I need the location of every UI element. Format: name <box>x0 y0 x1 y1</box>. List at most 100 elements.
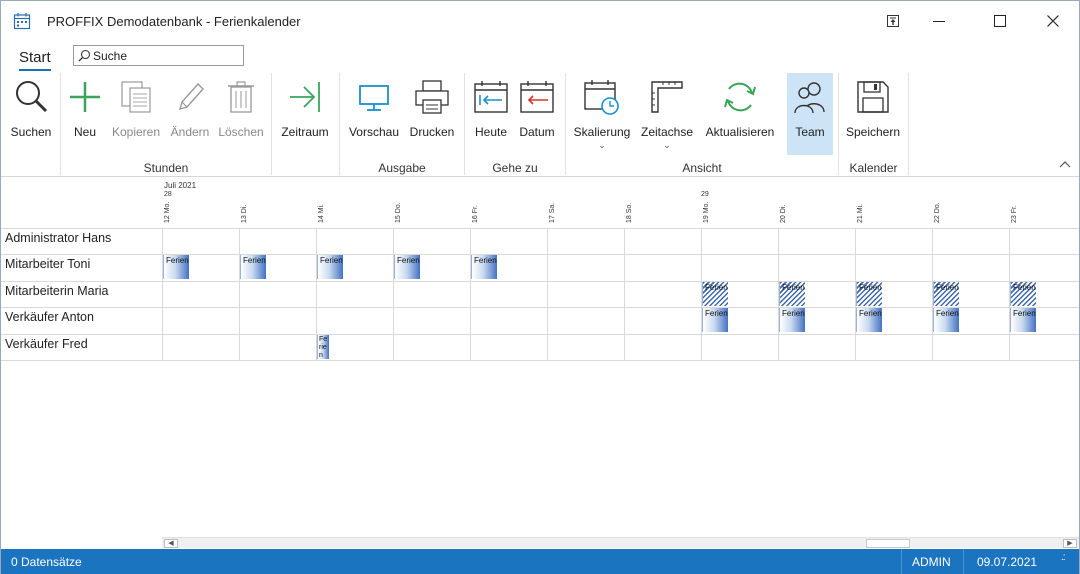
zeitachse-button[interactable]: Zeitachse ⌄ <box>637 73 697 155</box>
vacation-event[interactable]: Ferien <box>317 255 343 280</box>
grid-line <box>624 228 625 360</box>
collapse-ribbon-icon[interactable] <box>1059 159 1071 171</box>
status-date: 09.07.2021 <box>977 555 1038 569</box>
vacation-event[interactable]: Ferien <box>702 308 728 333</box>
tab-start[interactable]: Start <box>19 49 51 71</box>
vacation-event[interactable]: Ferien <box>163 255 189 280</box>
month-label: Juli 2021 <box>164 181 197 190</box>
employee-row-label[interactable]: Administrator Hans <box>5 231 111 245</box>
group-label-stunden: Stunden <box>143 161 189 175</box>
zeitraum-button[interactable]: Zeitraum <box>277 73 333 155</box>
vacation-event[interactable]: Fe rie n <box>317 334 329 359</box>
vacation-event[interactable]: Ferien <box>471 255 497 280</box>
day-header-label: 23 Fr. <box>1011 205 1018 223</box>
grid-line <box>393 228 394 360</box>
chevron-down-icon: ⌄ <box>598 140 606 150</box>
ribbon-separator <box>838 73 839 175</box>
group-label-kalender: Kalender <box>849 161 898 175</box>
vacation-event[interactable]: Ferien <box>1010 281 1036 306</box>
grid-line <box>1 333 1079 335</box>
vacation-event[interactable]: Ferien <box>779 281 805 306</box>
ruler-axis-icon <box>651 81 683 113</box>
calendar-clock-icon <box>584 80 619 115</box>
app-window: PROFFIX Demodatenbank - Ferienkalender S… <box>0 0 1080 574</box>
week-number-label: 28 <box>164 191 172 198</box>
employee-row-label[interactable]: Verkäufer Anton <box>5 310 94 324</box>
day-header-label: 13 Di. <box>241 204 248 223</box>
calendar-arrow-left-red-icon <box>520 81 554 113</box>
vacation-event[interactable]: Ferien <box>933 281 959 306</box>
ribbon: Suchen Neu Kopieren Ändern Löschen Zeitr… <box>1 71 1079 177</box>
refresh-icon <box>724 82 756 112</box>
grid-line <box>470 228 471 360</box>
ribbon-separator <box>339 73 340 175</box>
week-number-label: 29 <box>701 191 709 198</box>
vacation-event[interactable]: Ferien <box>856 281 882 306</box>
vacation-event[interactable]: Ferien <box>702 281 728 306</box>
trash-icon <box>228 81 254 113</box>
printer-icon <box>415 80 449 114</box>
datum-button[interactable]: Datum <box>515 73 559 155</box>
vacation-event[interactable]: Ferien <box>933 308 959 333</box>
loeschen-button[interactable]: Löschen <box>216 73 266 155</box>
scroll-left-arrow-icon[interactable]: ◀ <box>164 539 178 548</box>
maximize-button[interactable] <box>980 8 1020 34</box>
vorschau-button[interactable]: Vorschau <box>345 73 403 155</box>
vorschau-label: Vorschau <box>348 125 400 139</box>
close-button[interactable] <box>1033 8 1073 34</box>
employee-row-label[interactable]: Mitarbeiter Toni <box>5 257 90 271</box>
grid-line <box>1 228 1079 229</box>
record-count: 0 Datensätze <box>11 555 82 569</box>
vacation-event[interactable]: Ferien <box>856 308 882 333</box>
employee-row-label[interactable]: Mitarbeiterin Maria <box>5 284 109 298</box>
status-divider <box>963 549 964 574</box>
aendern-button[interactable]: Ändern <box>167 73 213 155</box>
aendern-label: Ändern <box>170 125 210 139</box>
vacation-event[interactable]: Ferien <box>394 255 420 280</box>
vacation-event[interactable]: Ferien <box>779 308 805 333</box>
calendar-grid[interactable]: Juli 2021 28 29 12 Mo. 13 Di. 14 Mi. 15 Do.… <box>1 178 1079 536</box>
group-label-ansicht: Ansicht <box>682 161 722 175</box>
employee-row-label[interactable]: Verkäufer Fred <box>5 337 88 351</box>
suchen-button[interactable]: Suchen <box>7 73 55 155</box>
search-box[interactable] <box>73 45 244 66</box>
horizontal-scrollbar[interactable]: ◀ ▶ <box>162 537 1079 548</box>
team-button[interactable]: Team <box>787 73 833 155</box>
skalierung-button[interactable]: Skalierung ⌄ <box>571 73 633 155</box>
pencil-icon <box>178 82 204 111</box>
aktualisieren-button[interactable]: Aktualisieren <box>701 73 779 155</box>
neu-label: Neu <box>73 125 96 139</box>
title-bar: PROFFIX Demodatenbank - Ferienkalender <box>1 1 1079 41</box>
day-header-label: 12 Mo. <box>164 201 171 223</box>
drucken-button[interactable]: Drucken <box>406 73 458 155</box>
grid-line <box>239 228 240 360</box>
kopieren-button[interactable]: Kopieren <box>109 73 163 155</box>
search-icon <box>78 49 91 62</box>
day-header-label: 15 Do. <box>395 202 402 223</box>
search-input[interactable] <box>93 47 241 64</box>
minimize-button[interactable] <box>919 8 959 34</box>
ribbon-separator <box>60 73 61 175</box>
vacation-event[interactable]: Ferien <box>240 255 266 280</box>
grid-line <box>1 307 1079 309</box>
ribbon-separator <box>271 73 272 175</box>
magnifier-icon <box>16 81 48 113</box>
speichern-button[interactable]: Speichern <box>843 73 903 155</box>
vacation-event[interactable]: Ferien <box>1010 308 1036 333</box>
drucken-label: Drucken <box>409 125 455 139</box>
group-label-gehe-zu: Gehe zu <box>492 161 538 175</box>
pin-window-icon <box>887 15 899 27</box>
skalierung-label: Skalierung <box>573 125 631 139</box>
ribbon-separator <box>464 73 465 175</box>
scrollbar-thumb[interactable] <box>866 539 910 548</box>
neu-button[interactable]: Neu <box>65 73 105 155</box>
group-label-ausgabe: Ausgabe <box>378 161 426 175</box>
arrow-to-line-icon <box>290 82 320 112</box>
resize-grip-icon[interactable]: .: <box>1061 552 1065 563</box>
day-header-label: 16 Fr. <box>472 205 479 223</box>
heute-button[interactable]: Heute <box>469 73 513 155</box>
pin-button[interactable] <box>873 8 913 34</box>
copy-icon <box>121 81 151 113</box>
minimize-icon <box>933 21 945 22</box>
scroll-right-arrow-icon[interactable]: ▶ <box>1063 539 1077 548</box>
